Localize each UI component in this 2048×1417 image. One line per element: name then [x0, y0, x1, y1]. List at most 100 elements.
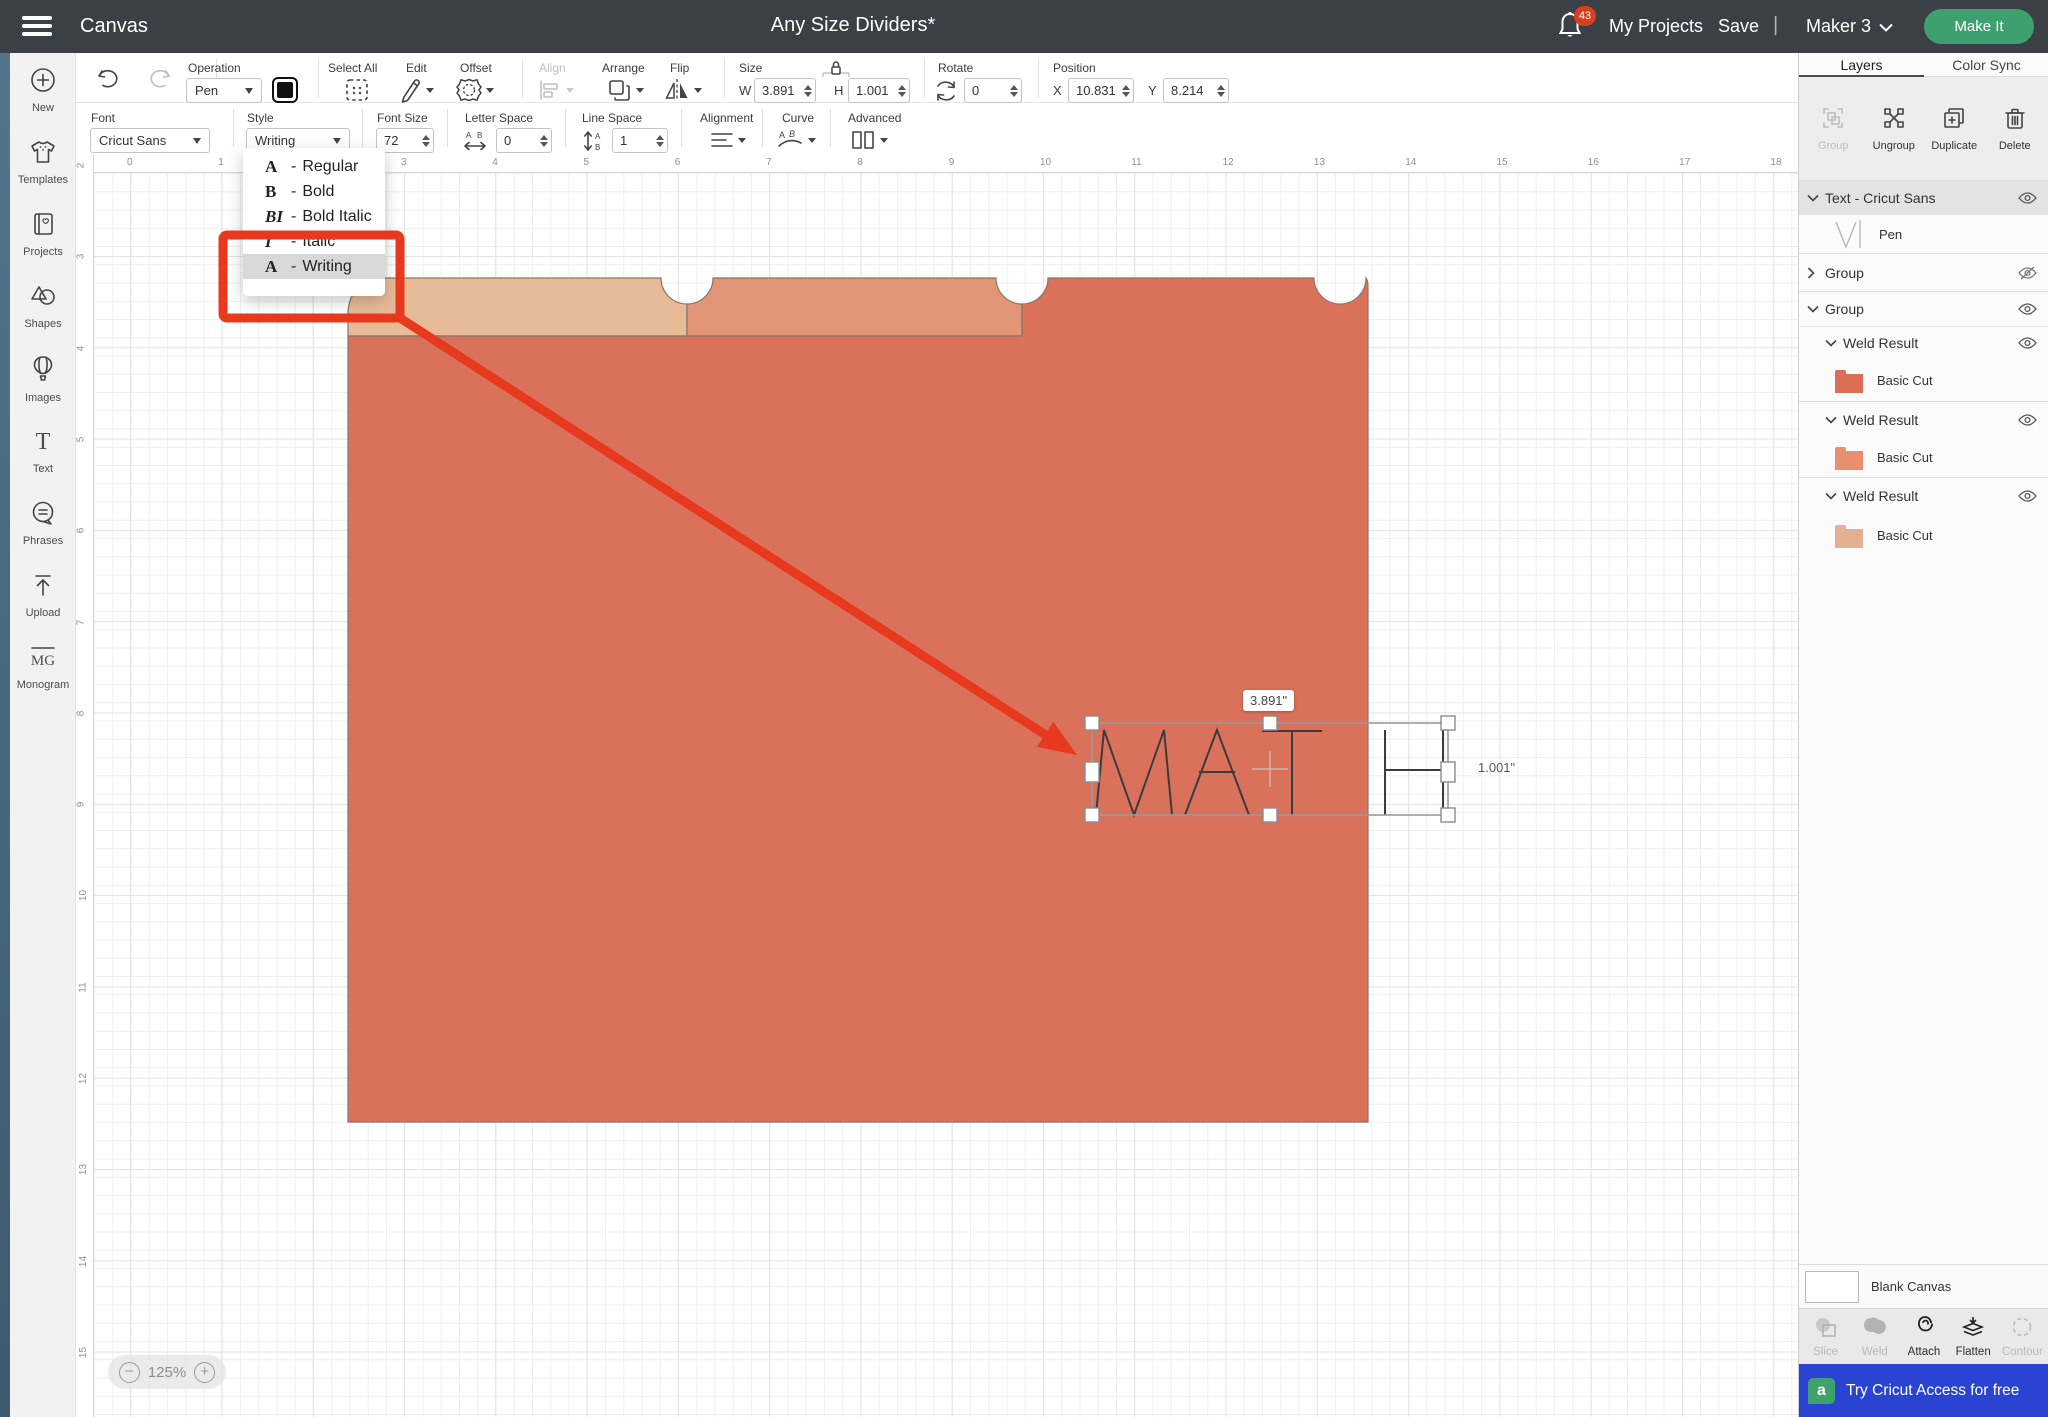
layer-row-weld-result-1[interactable]: Weld Result	[1799, 326, 2048, 359]
visibility-icon[interactable]	[2018, 337, 2037, 350]
line-space-input[interactable]: 1	[612, 128, 668, 153]
tab-layers[interactable]: Layers	[1799, 53, 1924, 77]
font-size-stepper[interactable]	[422, 135, 430, 147]
make-it-button[interactable]: Make It	[1924, 9, 2034, 44]
group-button[interactable]: Group	[1804, 106, 1862, 152]
letter-space-input[interactable]: 0	[496, 128, 552, 153]
letter-space-stepper[interactable]	[540, 135, 548, 147]
cricut-access-banner[interactable]: a Try Cricut Access for free	[1799, 1364, 2048, 1417]
zoom-level: 125%	[148, 1364, 186, 1381]
menu-icon[interactable]	[22, 16, 52, 38]
font-select[interactable]: Cricut Sans	[90, 128, 210, 153]
layer-subrow-basic-cut-2[interactable]: Basic Cut	[1799, 437, 2048, 477]
style-option-bold-italic[interactable]: BI-Bold Italic	[243, 204, 385, 229]
visibility-icon[interactable]	[2018, 490, 2037, 503]
sidebar-item-upload[interactable]: Upload	[10, 572, 76, 619]
ungroup-button[interactable]: Ungroup	[1865, 106, 1923, 152]
operation-select[interactable]: Pen	[186, 78, 262, 103]
alignment-button[interactable]	[710, 131, 746, 149]
position-x-stepper[interactable]	[1122, 85, 1130, 97]
machine-selector[interactable]: Maker 3	[1806, 16, 1893, 37]
sidebar-item-monogram[interactable]: MG Monogram	[10, 644, 76, 691]
pen-layer-thumbnail	[1833, 218, 1867, 250]
style-option-bold[interactable]: B-Bold	[243, 179, 385, 204]
undo-button[interactable]	[96, 67, 122, 91]
offset-button[interactable]	[456, 77, 494, 103]
chevron-right-icon[interactable]	[1807, 267, 1819, 279]
style-option-italic[interactable]: I-Italic	[243, 229, 385, 254]
zoom-in-button[interactable]: +	[194, 1362, 215, 1383]
layer-row-group[interactable]: Group	[1799, 292, 2048, 326]
monogram-icon: MG	[28, 644, 58, 670]
canvas-page-label[interactable]: Canvas	[80, 15, 148, 38]
select-all-button[interactable]	[344, 77, 370, 103]
zoom-out-button[interactable]: −	[119, 1362, 140, 1383]
contour-button[interactable]: Contour	[1999, 1316, 2045, 1358]
save-link[interactable]: Save	[1718, 16, 1759, 37]
sidebar-item-phrases[interactable]: Phrases	[10, 500, 76, 547]
notifications-button[interactable]: 43	[1556, 10, 1592, 46]
rotate-stepper[interactable]	[1010, 85, 1018, 97]
chevron-down-icon[interactable]	[1825, 416, 1837, 424]
sidebar-item-projects[interactable]: Projects	[10, 211, 76, 258]
layer-subrow-basic-cut-3[interactable]: Basic Cut	[1799, 514, 2048, 556]
position-y-stepper[interactable]	[1217, 85, 1225, 97]
line-space-stepper[interactable]	[656, 135, 664, 147]
size-label: Size	[739, 61, 762, 75]
chevron-down-icon[interactable]	[1807, 305, 1819, 313]
style-option-writing[interactable]: A-Writing	[243, 254, 385, 279]
chevron-down-icon[interactable]	[1825, 339, 1837, 347]
curve-button[interactable]: AB	[776, 129, 816, 151]
visibility-icon[interactable]	[2018, 413, 2037, 426]
rotate-button[interactable]	[934, 79, 958, 103]
canvas-grid	[94, 173, 1798, 1417]
lock-icon[interactable]	[821, 59, 851, 79]
align-button[interactable]	[538, 79, 574, 101]
position-y-input[interactable]: 8.214	[1163, 78, 1229, 103]
width-stepper[interactable]	[804, 85, 812, 97]
layer-row-weld-result-3[interactable]: Weld Result	[1799, 478, 2048, 514]
rotate-input[interactable]: 0	[964, 78, 1022, 103]
flip-button[interactable]	[664, 77, 702, 103]
arrange-button[interactable]	[606, 77, 644, 103]
sidebar-item-images[interactable]: Images	[10, 355, 76, 404]
height-stepper[interactable]	[898, 85, 906, 97]
design-canvas[interactable]: 0123456789101112131415161718 23456789101…	[76, 155, 1798, 1417]
blank-canvas-row[interactable]: Blank Canvas	[1799, 1264, 2048, 1308]
width-input[interactable]: 3.891	[754, 78, 816, 103]
tab-color-sync[interactable]: Color Sync	[1924, 53, 2048, 77]
font-size-input[interactable]: 72	[376, 128, 434, 153]
delete-button[interactable]: Delete	[1986, 106, 2044, 152]
height-input[interactable]: 1.001	[848, 78, 910, 103]
sidebar-item-text[interactable]: T Text	[10, 428, 76, 475]
layer-subrow-basic-cut-1[interactable]: Basic Cut	[1799, 359, 2048, 401]
layer-row-text-cricut-sans[interactable]: Text - Cricut Sans	[1799, 181, 2048, 215]
weld-button[interactable]: Weld	[1852, 1316, 1898, 1358]
redo-button[interactable]	[146, 67, 172, 91]
my-projects-link[interactable]: My Projects	[1609, 16, 1703, 37]
visibility-off-icon[interactable]	[2018, 265, 2037, 280]
layer-subrow-pen[interactable]: Pen	[1799, 215, 2048, 253]
blank-canvas-swatch[interactable]	[1805, 1271, 1859, 1303]
attach-button[interactable]: Attach	[1901, 1316, 1947, 1358]
ruler-number: 14	[78, 1256, 89, 1267]
advanced-button[interactable]	[850, 129, 888, 151]
edit-button[interactable]	[398, 77, 434, 103]
sidebar-item-new[interactable]: New	[10, 67, 76, 114]
duplicate-button[interactable]: Duplicate	[1925, 106, 1983, 152]
flatten-button[interactable]: Flatten	[1950, 1316, 1996, 1358]
visibility-icon[interactable]	[2018, 303, 2037, 316]
visibility-icon[interactable]	[2018, 192, 2037, 205]
chevron-down-icon[interactable]	[1807, 194, 1819, 202]
sidebar-item-shapes[interactable]: Shapes	[10, 283, 76, 330]
ruler-number: 11	[1131, 157, 1141, 168]
chevron-down-icon[interactable]	[1825, 492, 1837, 500]
operation-color-swatch[interactable]	[272, 77, 298, 103]
new-icon	[30, 67, 56, 93]
position-x-input[interactable]: 10.831	[1068, 78, 1134, 103]
slice-button[interactable]: Slice	[1803, 1316, 1849, 1358]
layer-row-weld-result-2[interactable]: Weld Result	[1799, 402, 2048, 437]
layer-row-group-hidden[interactable]: Group	[1799, 254, 2048, 291]
sidebar-item-templates[interactable]: Templates	[10, 139, 76, 186]
style-option-regular[interactable]: A-Regular	[243, 154, 385, 179]
